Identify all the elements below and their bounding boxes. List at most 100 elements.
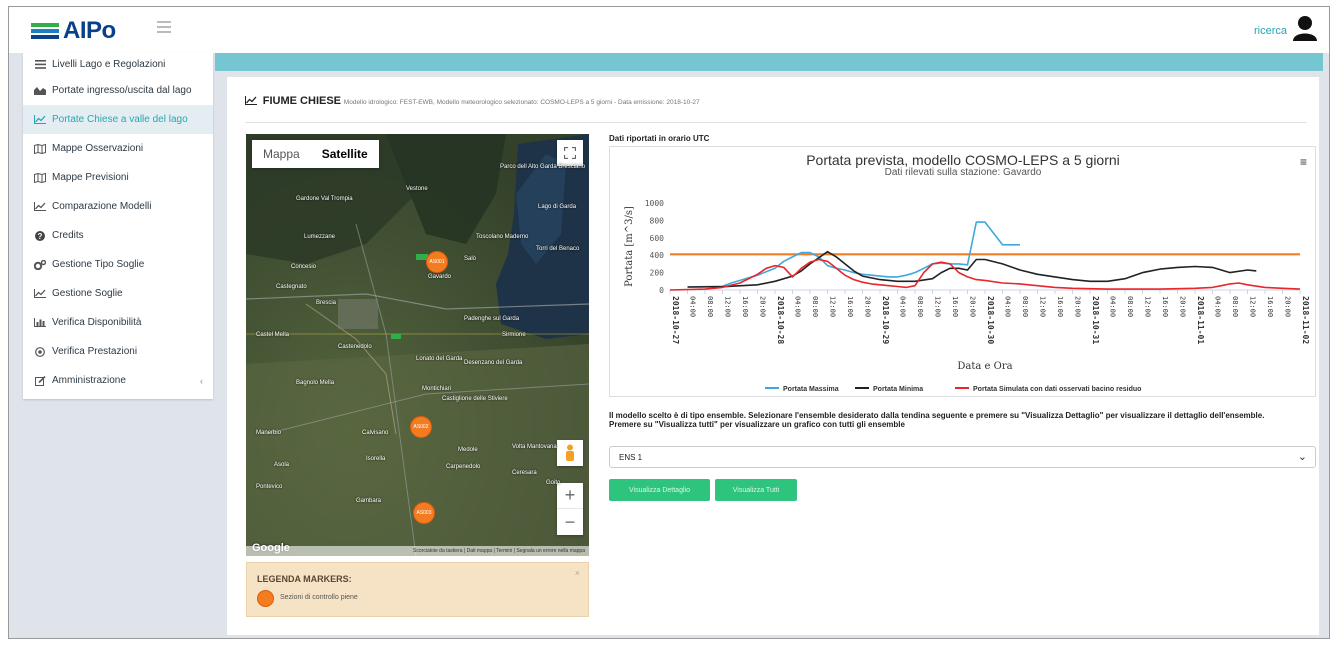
sidebar-item-portate-lago[interactable]: Portate ingresso/uscita dal lago [23, 76, 213, 105]
satellite-map[interactable]: Mappa Satellite + − Vestone Gardone Val … [246, 134, 589, 556]
ensemble-select[interactable]: ENS 1 ⌄ [609, 446, 1316, 468]
sidebar-item-label: Livelli Lago e Regolazioni [52, 59, 166, 70]
map-place-label: Lumezzane [304, 234, 336, 240]
sidebar-item-gestione-tipo-soglie[interactable]: Gestione Tipo Soglie [23, 250, 213, 279]
legend-label: Portata Massima [783, 386, 839, 393]
x-tick-label: 20:00 [1074, 296, 1082, 317]
x-tick-label: 04:00 [689, 296, 697, 317]
map-marker[interactable]: AS001 [426, 251, 448, 273]
sidebar-item-mappe-previsioni[interactable]: Mappe Previsioni [23, 163, 213, 192]
divider [245, 122, 1307, 123]
ensemble-select-value: ENS 1 [619, 453, 643, 462]
y-axis-label: Portata [m^3/s] [624, 206, 635, 287]
map-place-label: Castiglione delle Stiviere [442, 396, 508, 402]
user-link[interactable]: ricerca [1254, 25, 1287, 37]
map-marker[interactable]: AS002 [410, 416, 432, 438]
sidebar-item-label: Portate ingresso/uscita dal lago [52, 85, 192, 96]
x-tick-label: 04:00 [794, 296, 802, 317]
x-tick-label: 2018-10-29 [881, 296, 890, 344]
map-place-label: Goito [546, 480, 561, 486]
close-icon[interactable]: × [575, 568, 580, 578]
x-tick-label: 04:00 [1109, 296, 1117, 317]
x-tick-label: 16:00 [1161, 296, 1169, 317]
x-tick-label: 16:00 [846, 296, 854, 317]
page-banner [215, 53, 1323, 71]
sidebar-item-label: Gestione Soglie [52, 288, 123, 299]
map-place-label: Gardone Val Trompia [296, 196, 353, 202]
map-place-label: Gambara [356, 498, 382, 504]
map-place-label: Lago di Garda [538, 204, 577, 210]
sidebar-item-label: Mappe Previsioni [52, 172, 129, 183]
map-place-label: Castenedolo [338, 344, 372, 350]
map-footer: Scorciatoie da tastiera | Dati mappa | T… [246, 546, 589, 556]
sidebar-item-mappe-osservazioni[interactable]: Mappe Osservazioni [23, 134, 213, 163]
x-tick-label: 2018-10-28 [776, 296, 785, 344]
target-icon [33, 346, 47, 357]
sidebar-item-amministrazione[interactable]: Amministrazione ‹ [23, 366, 213, 395]
sidebar-item-label: Gestione Tipo Soglie [52, 259, 145, 270]
sidebar-item-label: Credits [52, 230, 84, 241]
zoom-out-button[interactable]: − [557, 509, 583, 535]
user-icon[interactable] [1293, 15, 1317, 41]
x-tick-label: 12:00 [829, 296, 837, 317]
view-detail-button[interactable]: Visualizza Dettaglio [609, 479, 710, 501]
view-all-button[interactable]: Visualizza Tutti [715, 479, 797, 501]
sidebar-item-comparazione-modelli[interactable]: Comparazione Modelli [23, 192, 213, 221]
fullscreen-button[interactable] [557, 140, 583, 166]
chart-subtitle: Dati rilevati sulla stazione: Gavardo [885, 167, 1042, 178]
submenu-caret-icon[interactable]: ‹ [200, 376, 203, 386]
x-tick-label: 16:00 [741, 296, 749, 317]
question-icon: ? [33, 230, 47, 241]
map-footer-text[interactable]: Scorciatoie da tastiera | Dati mappa | T… [413, 548, 585, 554]
map-place-label: Concesio [291, 264, 317, 270]
sidebar-item-verifica-prestazioni[interactable]: Verifica Prestazioni [23, 337, 213, 366]
map-place-label: Asola [274, 462, 290, 468]
x-tick-label: 12:00 [1039, 296, 1047, 317]
ensemble-instructions: Il modello scelto è di tipo ensemble. Se… [609, 411, 1319, 429]
series-line [669, 258, 1301, 291]
map-place-label: Salò [464, 256, 477, 262]
list-icon [33, 59, 47, 70]
map-icon [33, 172, 47, 183]
map-tab-satellite[interactable]: Satellite [311, 140, 379, 168]
x-tick-label: 20:00 [1179, 296, 1187, 317]
aipo-logo[interactable]: AIPo [31, 17, 116, 45]
map-place-label: Carpenedolo [446, 464, 481, 470]
map-place-label: Vestone [406, 186, 428, 192]
river-name: FIUME CHIESE [262, 95, 342, 107]
x-tick-label: 2018-11-02 [1301, 296, 1310, 344]
x-tick-label: 04:00 [1214, 296, 1222, 317]
x-tick-label: 20:00 [969, 296, 977, 317]
street-view-button[interactable] [557, 440, 583, 466]
logo-text: AIPo [63, 17, 116, 44]
x-tick-label: 12:00 [934, 296, 942, 317]
map-place-label: Lonato del Garda [416, 356, 463, 362]
sidebar-item-verifica-disponibilita[interactable]: Verifica Disponibilità [23, 308, 213, 337]
map-place-label: Volta Mantovana [512, 444, 557, 450]
map-place-label: Castel Mella [256, 332, 290, 338]
sidebar-item-label: Verifica Disponibilità [52, 317, 142, 328]
map-place-label: Sirmione [502, 332, 526, 338]
sidebar-item-livelli-lago[interactable]: Livelli Lago e Regolazioni [23, 53, 213, 76]
map-tab-mappa[interactable]: Mappa [252, 140, 311, 168]
sidebar-item-credits[interactable]: ? Credits [23, 221, 213, 250]
x-tick-label: 08:00 [811, 296, 819, 317]
legend-title: LEGENDA MARKERS: [257, 574, 352, 584]
sidebar-item-gestione-soglie[interactable]: Gestione Soglie [23, 279, 213, 308]
x-tick-label: 2018-10-27 [671, 296, 680, 344]
chart-menu-icon[interactable]: ≡ [1300, 155, 1307, 169]
map-place-label: Isorella [366, 456, 386, 462]
chart-title: Portata prevista, modello COSMO-LEPS a 5… [806, 152, 1120, 168]
sidebar-item-portate-chiese[interactable]: Portate Chiese a valle del lago [23, 105, 213, 134]
x-tick-label: 08:00 [1126, 296, 1134, 317]
x-tick-label: 08:00 [916, 296, 924, 317]
zoom-in-button[interactable]: + [557, 483, 583, 509]
map-place-label: Toscolano Maderno [476, 234, 529, 240]
map-marker[interactable]: AS003 [413, 502, 435, 524]
map-icon [33, 143, 47, 154]
bar-chart-icon [33, 317, 47, 328]
menu-toggle-icon[interactable] [157, 21, 171, 33]
edit-icon [33, 375, 47, 386]
zoom-control: + − [557, 483, 583, 535]
page-heading: FIUME CHIESE Modello idrologico: FEST-EW… [245, 95, 700, 107]
